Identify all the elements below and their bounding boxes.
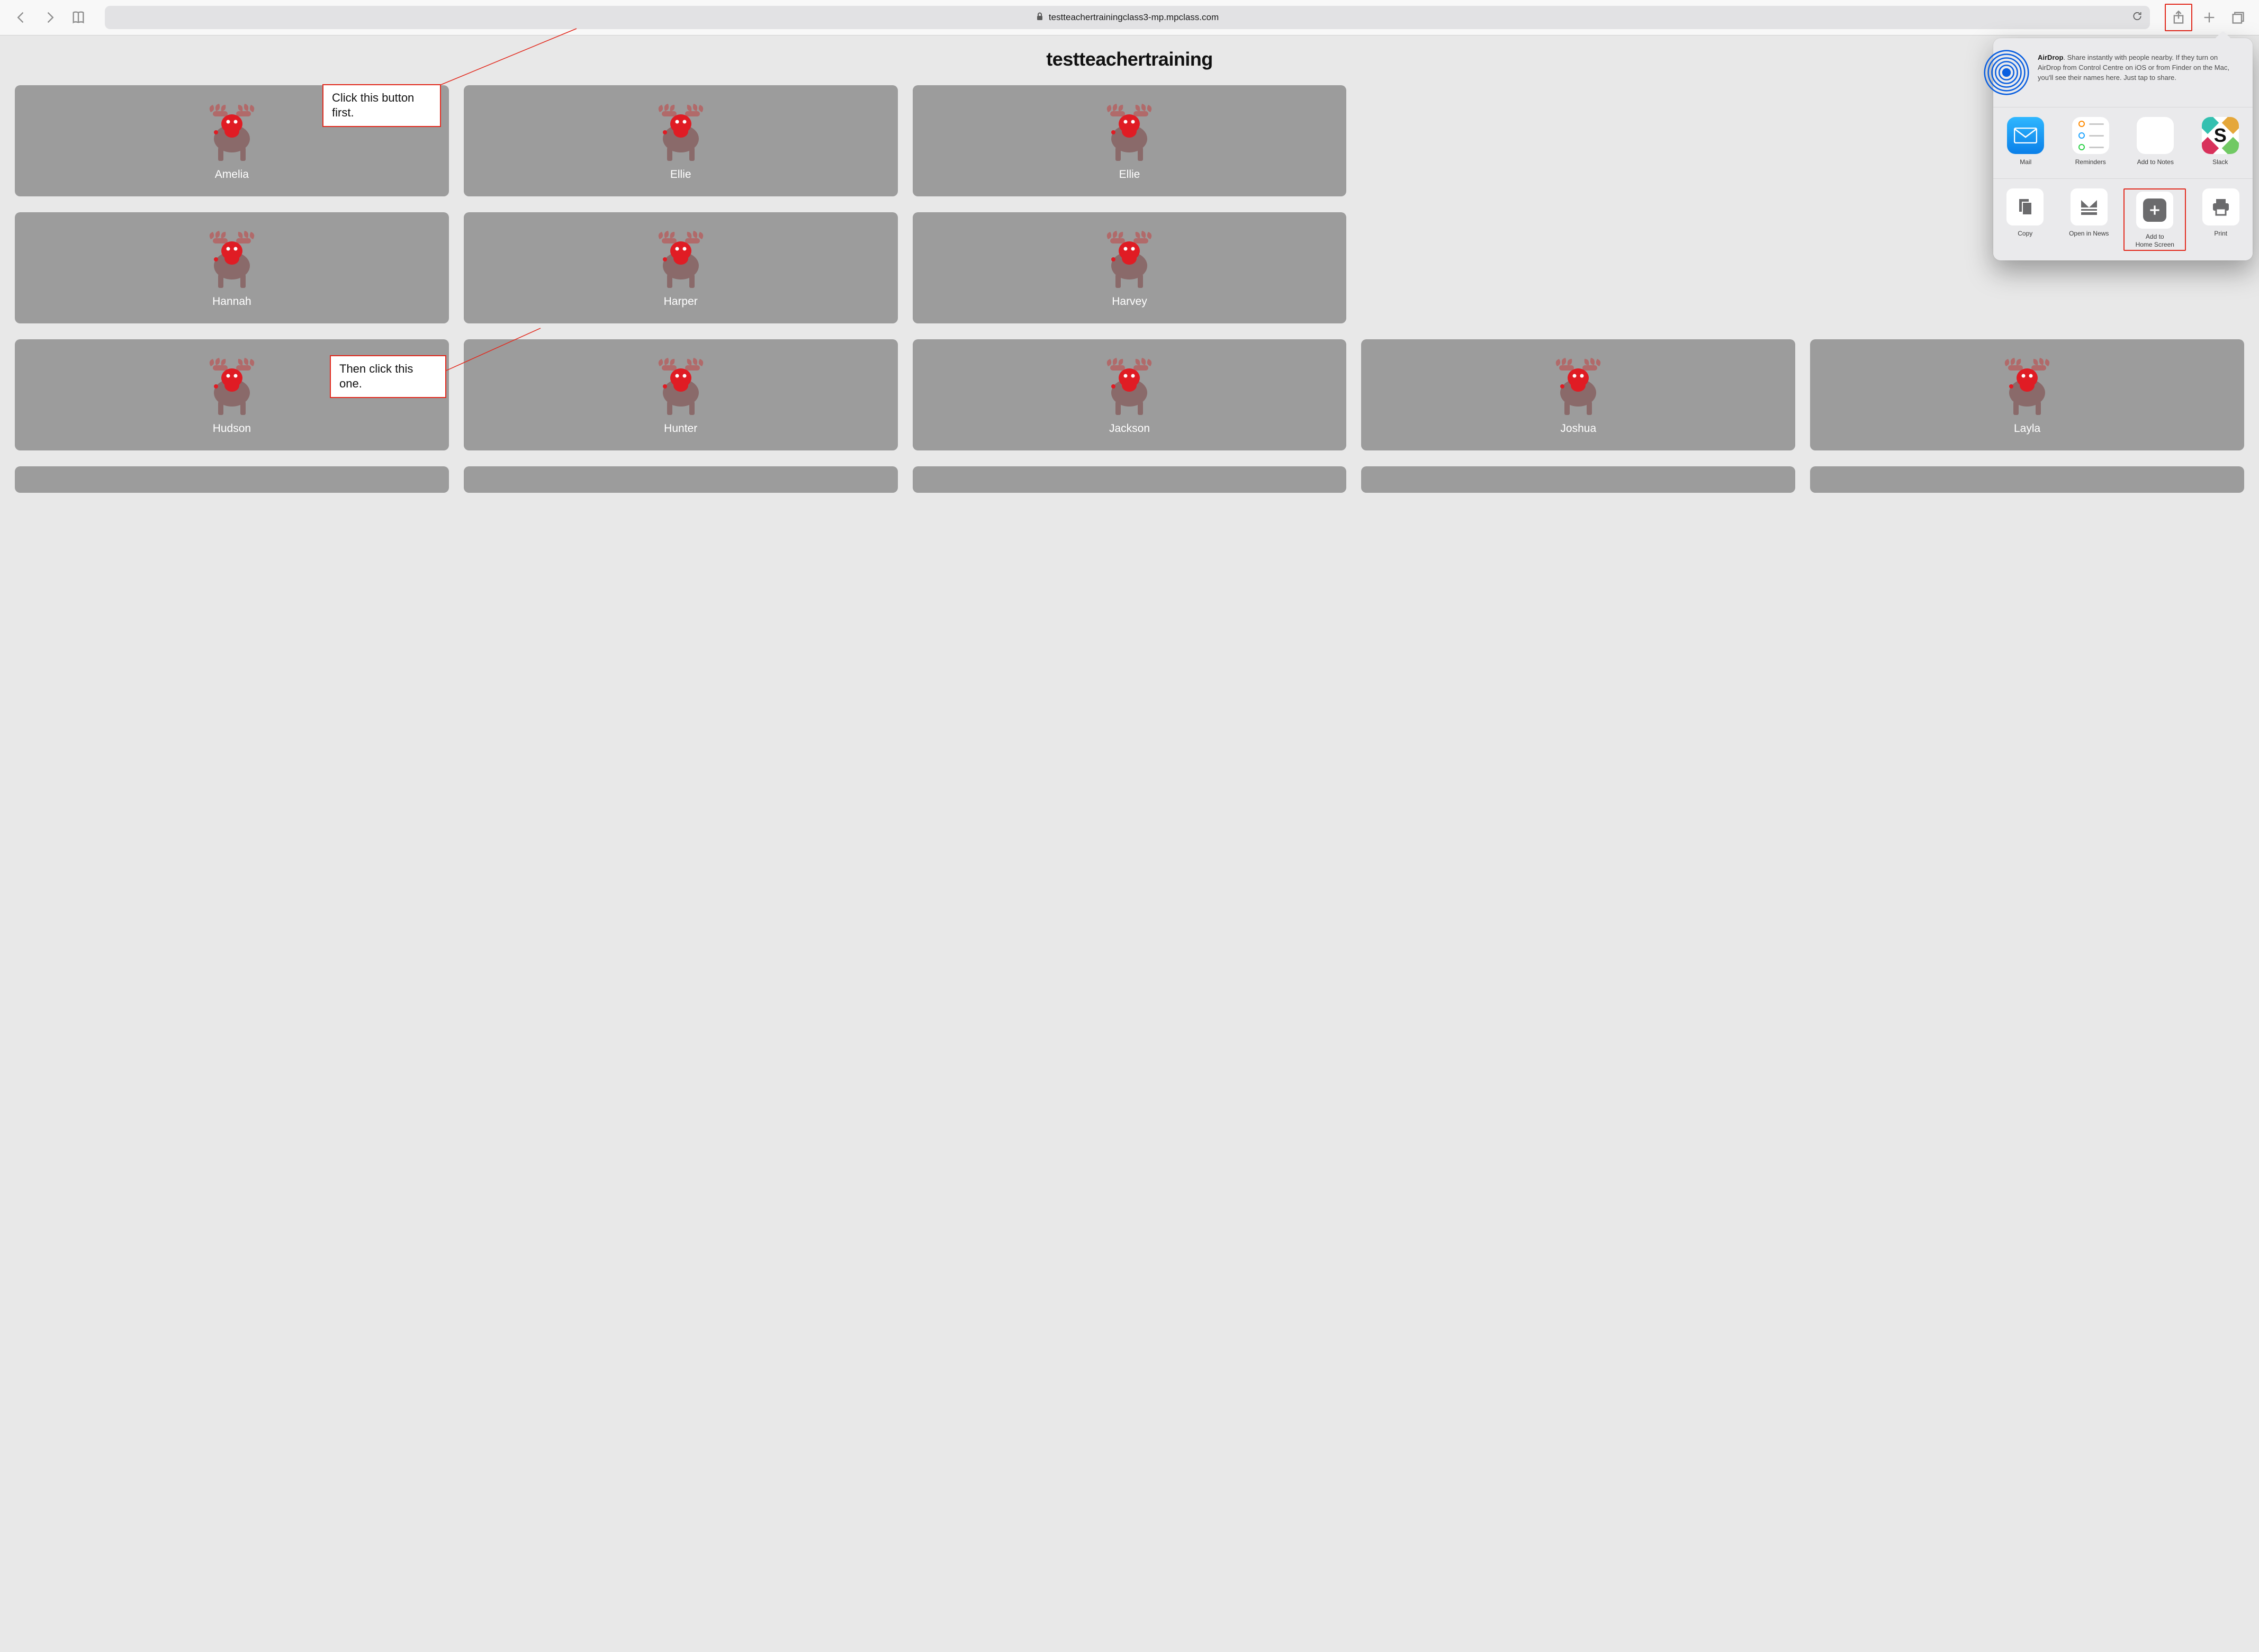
- callout-text: Then click this one.: [339, 362, 413, 390]
- instruction-callout-1: Click this button first.: [322, 84, 441, 127]
- news-icon: [2071, 188, 2108, 225]
- reload-icon: [2132, 11, 2143, 22]
- copy-icon: [2006, 188, 2044, 225]
- bookmarks-button[interactable]: [67, 6, 90, 29]
- lock-icon: [1036, 12, 1043, 23]
- student-card[interactable]: Joshua: [1361, 339, 1795, 450]
- action-label: Open in News: [2069, 230, 2109, 246]
- student-name: Hannah: [212, 295, 251, 308]
- slack-icon: S: [2202, 117, 2239, 154]
- notes-icon: [2137, 117, 2174, 154]
- action-label: Copy: [2018, 230, 2032, 246]
- annotation-highlight-share: [2165, 4, 2192, 31]
- reminders-icon: [2072, 117, 2109, 154]
- share-app-notes[interactable]: Add to Notes: [2126, 117, 2184, 174]
- student-name: Joshua: [1560, 422, 1596, 435]
- student-name: Jackson: [1109, 422, 1150, 435]
- student-grid-partial: [15, 466, 2244, 493]
- new-tab-button[interactable]: [2198, 6, 2221, 29]
- action-label: Add to Home Screen: [2136, 233, 2174, 249]
- share-icon: [2171, 10, 2186, 25]
- share-button[interactable]: [2167, 6, 2190, 29]
- app-label: Slack: [2212, 158, 2228, 174]
- student-card[interactable]: [1361, 466, 1795, 493]
- student-name: Hudson: [213, 422, 251, 435]
- student-card[interactable]: Harvey: [913, 212, 1347, 323]
- share-action-open-in-news[interactable]: Open in News: [2060, 188, 2118, 251]
- student-name: Ellie: [1119, 168, 1140, 181]
- tabs-button[interactable]: [2226, 6, 2249, 29]
- callout-text: Click this button first.: [332, 91, 414, 119]
- airdrop-body: . Share instantly with people nearby. If…: [2038, 53, 2229, 82]
- plus-icon: [2202, 10, 2217, 25]
- share-app-reminders[interactable]: Reminders: [2062, 117, 2120, 174]
- student-name: Harper: [664, 295, 698, 308]
- student-name: Hunter: [664, 422, 697, 435]
- action-label: Print: [2214, 230, 2227, 246]
- app-label: Add to Notes: [2137, 158, 2174, 174]
- instruction-callout-2: Then click this one.: [330, 355, 446, 398]
- forward-button[interactable]: [38, 6, 61, 29]
- student-card[interactable]: Ellie: [464, 85, 898, 196]
- student-card[interactable]: [15, 466, 449, 493]
- annotation-highlight-add-homescreen: Add to Home Screen: [2123, 188, 2186, 251]
- app-label: Reminders: [2075, 158, 2106, 174]
- tabs-icon: [2230, 10, 2245, 25]
- page-title: testteachertraining: [0, 48, 2259, 70]
- chevron-left-icon: [14, 10, 29, 25]
- share-actions-row: Copy Open in News Add to Home Screen Pri…: [1993, 178, 2253, 260]
- airdrop-description: AirDrop. Share instantly with people nea…: [2038, 50, 2240, 83]
- app-label: Mail: [2020, 158, 2031, 174]
- add-to-home-screen-icon: [2136, 192, 2173, 229]
- student-card[interactable]: Hannah: [15, 212, 449, 323]
- share-app-mail[interactable]: Mail: [1996, 117, 2055, 174]
- airdrop-section: AirDrop. Share instantly with people nea…: [1993, 38, 2253, 107]
- student-name: Amelia: [215, 168, 249, 181]
- browser-toolbar: testteachertrainingclass3-mp.mpclass.com: [0, 0, 2259, 35]
- student-card[interactable]: Hunter: [464, 339, 898, 450]
- student-card[interactable]: Ellie: [913, 85, 1347, 196]
- url-text: testteachertrainingclass3-mp.mpclass.com: [1049, 12, 1219, 23]
- reload-button[interactable]: [2132, 11, 2143, 24]
- student-card[interactable]: Harper: [464, 212, 898, 323]
- share-action-print[interactable]: Print: [2192, 188, 2250, 251]
- chevron-right-icon: [42, 10, 57, 25]
- airdrop-title: AirDrop: [2038, 53, 2063, 61]
- student-card[interactable]: Layla: [1810, 339, 2244, 450]
- student-name: Layla: [2014, 422, 2040, 435]
- url-bar[interactable]: testteachertrainingclass3-mp.mpclass.com: [105, 6, 2150, 29]
- share-apps-row: Mail Reminders Add to Notes S Sla: [1993, 107, 2253, 178]
- share-app-slack[interactable]: S Slack: [2191, 117, 2249, 174]
- student-card[interactable]: [464, 466, 898, 493]
- student-name: Ellie: [670, 168, 691, 181]
- airdrop-icon: [1984, 50, 2029, 95]
- share-sheet: AirDrop. Share instantly with people nea…: [1993, 38, 2253, 260]
- back-button[interactable]: [10, 6, 33, 29]
- share-action-add-to-home-screen[interactable]: Add to Home Screen: [2126, 192, 2184, 249]
- print-icon: [2202, 188, 2239, 225]
- student-card[interactable]: [1810, 466, 2244, 493]
- student-card[interactable]: Jackson: [913, 339, 1347, 450]
- share-action-copy[interactable]: Copy: [1996, 188, 2054, 251]
- book-icon: [71, 10, 86, 25]
- mail-icon: [2007, 117, 2044, 154]
- student-card[interactable]: [913, 466, 1347, 493]
- student-name: Harvey: [1112, 295, 1147, 308]
